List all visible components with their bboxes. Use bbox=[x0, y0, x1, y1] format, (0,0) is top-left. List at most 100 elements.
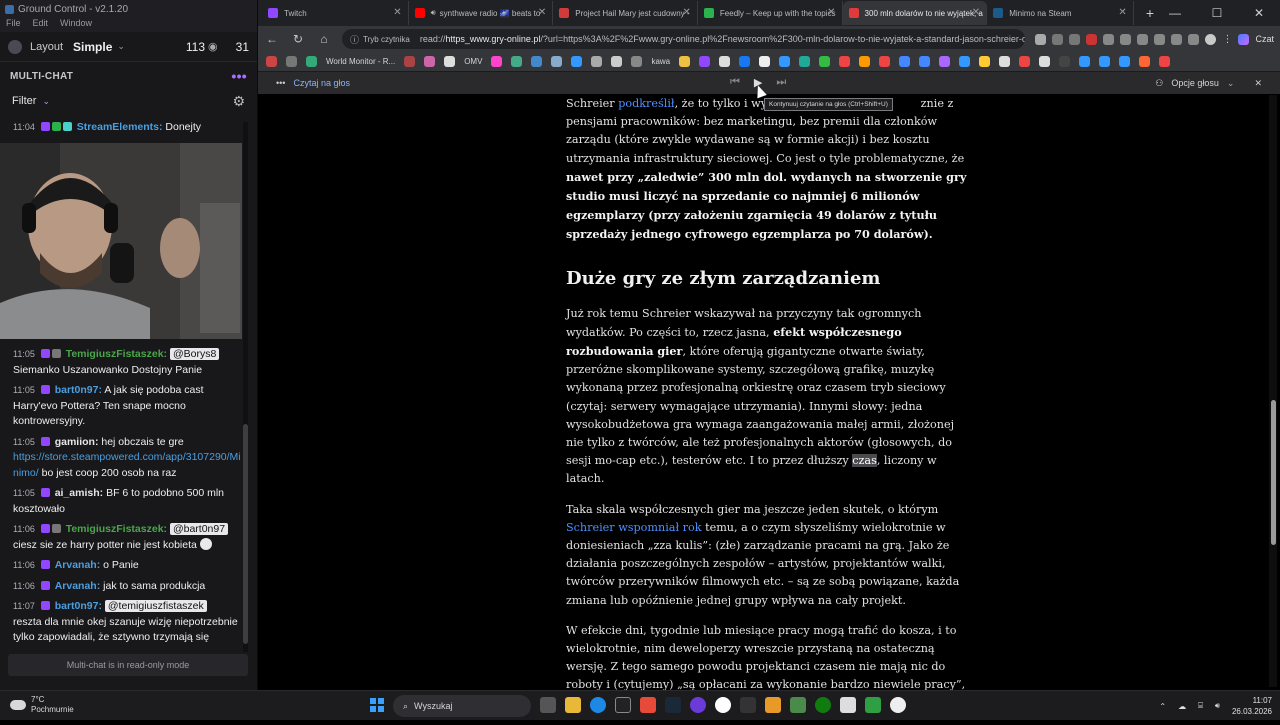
gear-icon[interactable]: ⚙ bbox=[232, 93, 245, 110]
address-bar[interactable]: ⓘ Tryb czytnika read://https_www.gry-onl… bbox=[342, 29, 1026, 49]
bookmark-icon[interactable] bbox=[444, 56, 456, 67]
bookmark-icon[interactable] bbox=[424, 56, 436, 67]
more-options-icon[interactable]: ••• bbox=[231, 68, 247, 84]
maps-icon[interactable] bbox=[715, 697, 731, 713]
extension-icon[interactable] bbox=[1154, 33, 1166, 45]
bookmark-kawa[interactable]: kawa bbox=[651, 57, 670, 66]
info-icon[interactable]: ⓘ bbox=[350, 33, 359, 46]
scrollbar-thumb[interactable] bbox=[243, 424, 248, 644]
close-window-icon[interactable]: ✕ bbox=[1238, 6, 1280, 20]
close-icon[interactable]: ✕ bbox=[683, 7, 691, 18]
cloud-sync-icon[interactable]: ☁ bbox=[1178, 702, 1186, 711]
bookmark-icon[interactable] bbox=[1039, 56, 1051, 67]
mention-tag[interactable]: @bart0n97 bbox=[169, 523, 229, 535]
bookmark-icon[interactable] bbox=[1079, 56, 1091, 67]
bookmark-icon[interactable] bbox=[531, 56, 543, 67]
chat-username[interactable]: Arvanah: bbox=[55, 559, 101, 571]
volume-icon[interactable]: 🔊︎ bbox=[1215, 701, 1220, 711]
mention-tag[interactable]: @Borys8 bbox=[169, 348, 220, 360]
edge-icon[interactable] bbox=[590, 697, 606, 713]
minimize-icon[interactable]: — bbox=[1154, 6, 1196, 20]
bookmark-icon[interactable] bbox=[819, 56, 831, 67]
facebook-icon[interactable] bbox=[739, 56, 751, 67]
more-options-icon[interactable]: ••• bbox=[276, 78, 285, 88]
close-icon[interactable]: ✕ bbox=[972, 7, 980, 18]
bookmark-icon[interactable] bbox=[979, 56, 991, 67]
menu-icon[interactable]: ⋮ bbox=[1222, 34, 1232, 45]
app-icon[interactable] bbox=[840, 697, 856, 713]
star-icon[interactable] bbox=[1052, 33, 1064, 45]
chat-username[interactable]: bart0n97: bbox=[55, 384, 102, 396]
article-link[interactable]: podkreślił bbox=[618, 97, 674, 110]
network-icon[interactable]: ⌸ bbox=[1198, 701, 1203, 711]
bookmark-icon[interactable] bbox=[799, 56, 811, 67]
chevron-down-icon[interactable]: ⌄ bbox=[117, 41, 125, 52]
bookmark-icon[interactable] bbox=[679, 56, 691, 67]
bookmark-icon[interactable] bbox=[839, 56, 851, 67]
previous-icon[interactable]: ⏮ bbox=[730, 76, 740, 89]
extension-icon[interactable] bbox=[1086, 33, 1098, 45]
chat-username[interactable]: ai_amish: bbox=[55, 487, 103, 499]
bookmark-icon[interactable] bbox=[699, 56, 711, 67]
globe-icon[interactable] bbox=[306, 56, 317, 67]
layout-icon[interactable] bbox=[8, 39, 22, 54]
extension-icon[interactable] bbox=[1171, 33, 1183, 45]
chat-username[interactable]: gamiion: bbox=[55, 436, 99, 448]
article-link[interactable]: Schreier wspomniał rok bbox=[566, 521, 702, 534]
bookmark-icon[interactable] bbox=[939, 56, 951, 67]
chat-username[interactable]: TemigiuszFistaszek: bbox=[66, 523, 167, 535]
copilot-icon[interactable] bbox=[1238, 33, 1250, 45]
new-tab-button[interactable]: + bbox=[1146, 5, 1154, 21]
bookmark-icon[interactable] bbox=[571, 56, 583, 67]
extension-icon[interactable] bbox=[1103, 33, 1115, 45]
bookmark-icon[interactable] bbox=[611, 56, 623, 67]
close-icon[interactable]: ✕ bbox=[393, 7, 401, 18]
tab-synthwave[interactable]: 🔊︎ synthwave radio 🌌 beats to ✕ bbox=[409, 1, 554, 25]
bookmark-icon[interactable] bbox=[879, 56, 891, 67]
app-icon[interactable] bbox=[615, 697, 631, 713]
next-icon[interactable]: ⏭ bbox=[776, 76, 786, 89]
tab-twitch[interactable]: Twitch ✕ bbox=[262, 1, 409, 25]
chat-username[interactable]: bart0n97: bbox=[55, 600, 102, 612]
app-icon[interactable] bbox=[790, 697, 806, 713]
extension-icon[interactable] bbox=[1069, 33, 1081, 45]
tab-minimo-steam[interactable]: Minimo na Steam ✕ bbox=[987, 1, 1134, 25]
taskbar-search[interactable]: ⌕ Wyszukaj bbox=[393, 695, 531, 717]
menu-edit[interactable]: Edit bbox=[33, 18, 49, 32]
chevron-up-icon[interactable]: ⌃ bbox=[1159, 702, 1166, 711]
bookmark-icon[interactable] bbox=[999, 56, 1011, 67]
downloads-icon[interactable] bbox=[1188, 33, 1200, 45]
bookmark-icon[interactable] bbox=[491, 56, 503, 67]
chat-username[interactable]: TemigiuszFistaszek: bbox=[66, 348, 167, 360]
bookmark-icon[interactable] bbox=[959, 56, 971, 67]
bookmark-icon[interactable] bbox=[591, 56, 603, 67]
bookmark-world-monitor[interactable]: World Monitor - R... bbox=[326, 57, 395, 66]
home-icon[interactable]: ⌂ bbox=[316, 32, 332, 46]
profile-avatar[interactable] bbox=[1205, 33, 1217, 45]
clock[interactable]: 11:07 26.03.2026 bbox=[1232, 695, 1272, 717]
file-explorer-icon[interactable] bbox=[565, 697, 581, 713]
chat-username[interactable]: Arvanah: bbox=[55, 580, 101, 592]
bookmark-icon[interactable] bbox=[1059, 56, 1071, 67]
bookmark-icon[interactable] bbox=[899, 56, 911, 67]
back-icon[interactable]: ← bbox=[264, 32, 280, 46]
bookmark-icon[interactable] bbox=[404, 56, 416, 67]
chevron-down-icon[interactable]: ⌄ bbox=[42, 96, 50, 107]
bookmark-icon[interactable] bbox=[1099, 56, 1111, 67]
chat-username[interactable]: StreamElements: bbox=[77, 121, 163, 133]
weather-widget[interactable]: 7°C Pochmurnie bbox=[10, 695, 74, 715]
tab-gry-online[interactable]: 300 mln dolarów to nie wyjątek, a ✕ bbox=[842, 1, 988, 25]
app-icon[interactable] bbox=[765, 697, 781, 713]
voice-options[interactable]: ⚇ Opcje głosu ⌄ ✕ bbox=[1155, 78, 1262, 89]
bookmark-icon[interactable] bbox=[551, 56, 563, 67]
close-icon[interactable]: ✕ bbox=[1254, 78, 1262, 89]
reader-icon[interactable] bbox=[1035, 33, 1047, 45]
bookmark-icon[interactable] bbox=[1019, 56, 1031, 67]
menu-window[interactable]: Window bbox=[60, 18, 92, 32]
amazon-icon[interactable] bbox=[859, 56, 871, 67]
bookmark-icon[interactable] bbox=[286, 56, 297, 67]
filter-button[interactable]: Filter bbox=[12, 95, 36, 107]
chat-button[interactable]: Czat bbox=[1255, 34, 1274, 44]
page-scrollbar[interactable] bbox=[1269, 95, 1277, 687]
layout-select[interactable]: Simple bbox=[73, 40, 112, 54]
